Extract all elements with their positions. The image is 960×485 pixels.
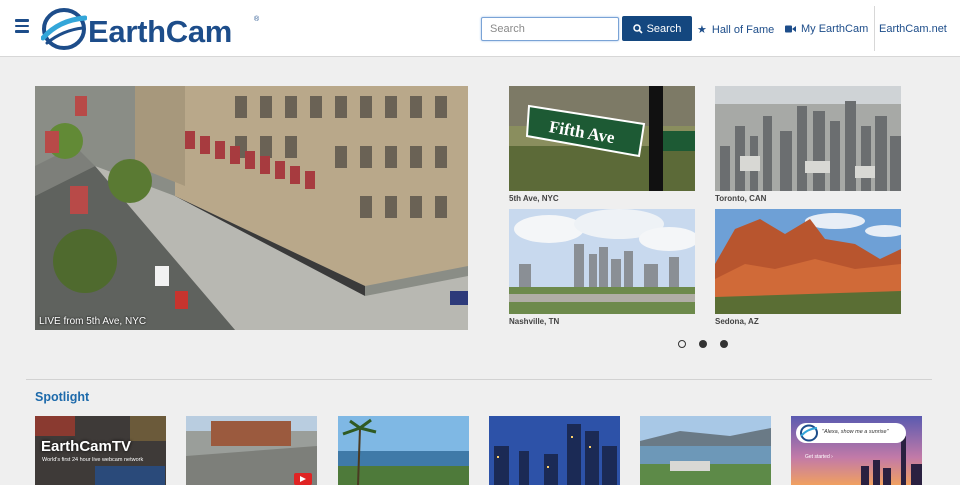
cam-thumb-sedona[interactable]: Sedona, AZ xyxy=(715,209,901,326)
alexa-get-started-link[interactable]: Get started › xyxy=(805,454,833,460)
nav-my-earthcam[interactable]: My EarthCam xyxy=(785,23,868,35)
earthcam-logo[interactable]: EarthCam ® xyxy=(41,8,263,50)
earthcam-globe-small-icon xyxy=(800,424,818,442)
cam-thumb-nashville[interactable]: Nashville, TN xyxy=(509,209,695,326)
carousel-dot-1[interactable] xyxy=(678,340,686,348)
search-input[interactable] xyxy=(481,17,619,41)
site-header: EarthCam ® Search ★ Hall of Fame My Eart… xyxy=(0,0,960,57)
cam-thumb-toronto[interactable]: Toronto, CAN xyxy=(715,86,901,203)
cam-caption-nashville: Nashville, TN xyxy=(509,317,560,326)
nav-hall-of-fame[interactable]: ★ Hall of Fame xyxy=(697,23,775,37)
search-button-label: Search xyxy=(646,22,682,35)
nav-earthcam-net-label: EarthCam.net xyxy=(879,23,947,35)
section-divider xyxy=(26,379,932,380)
hero-street-image xyxy=(35,86,468,330)
registered-mark: ® xyxy=(254,16,260,23)
carousel-dot-3[interactable] xyxy=(720,340,728,348)
spotlight-houston-image xyxy=(489,416,620,485)
spotlight-cam-2[interactable] xyxy=(186,416,317,485)
carousel-pagination xyxy=(678,340,728,348)
spotlight-earthcamtv[interactable]: EarthCamTV World's first 24 hour live we… xyxy=(35,416,166,485)
alexa-quote-text: "Alexa, show me a sunrise" xyxy=(822,429,889,435)
spotlight-cam-5[interactable] xyxy=(640,416,771,485)
spotlight-lake-image xyxy=(640,416,771,485)
spotlight-title: Spotlight xyxy=(35,390,90,404)
hamburger-menu-icon[interactable] xyxy=(15,19,31,35)
cam-image-nashville xyxy=(509,209,695,314)
cam-image-toronto xyxy=(715,86,901,191)
hero-live-cam[interactable]: LIVE from 5th Ave, NYC xyxy=(35,86,468,330)
earthcam-globe-icon xyxy=(41,8,87,50)
earthcamtv-subtitle: World's first 24 hour live webcam networ… xyxy=(42,457,144,463)
logo-wordmark: EarthCam xyxy=(88,14,233,49)
earthcamtv-title: EarthCamTV xyxy=(41,438,132,455)
cam-caption-5th-ave: 5th Ave, NYC xyxy=(509,194,559,203)
nav-earthcam-net[interactable]: EarthCam.net xyxy=(879,23,947,35)
cam-caption-sedona: Sedona, AZ xyxy=(715,317,759,326)
cam-image-5th-ave: Fifth Ave xyxy=(509,86,695,191)
spotlight-cam-4[interactable] xyxy=(489,416,620,485)
spotlight-cam-3[interactable] xyxy=(338,416,469,485)
spotlight-street-image xyxy=(186,416,317,485)
nav-divider xyxy=(874,6,875,51)
cam-thumb-5th-ave[interactable]: Fifth Ave 5th Ave, NYC xyxy=(509,86,695,203)
nav-hall-of-fame-label: Hall of Fame xyxy=(711,23,775,36)
carousel-dot-2[interactable] xyxy=(699,340,707,348)
nav-my-earthcam-label: My EarthCam xyxy=(801,23,869,35)
cam-image-sedona xyxy=(715,209,901,314)
spotlight-tropical-image xyxy=(338,416,469,485)
hero-caption: LIVE from 5th Ave, NYC xyxy=(39,316,147,327)
star-icon: ★ xyxy=(697,24,707,36)
search-icon xyxy=(632,23,643,34)
video-camera-icon xyxy=(785,25,796,33)
spotlight-alexa[interactable]: "Alexa, show me a sunrise" Get started › xyxy=(791,416,922,485)
search-button[interactable]: Search xyxy=(622,16,692,41)
cam-caption-toronto: Toronto, CAN xyxy=(715,194,767,203)
